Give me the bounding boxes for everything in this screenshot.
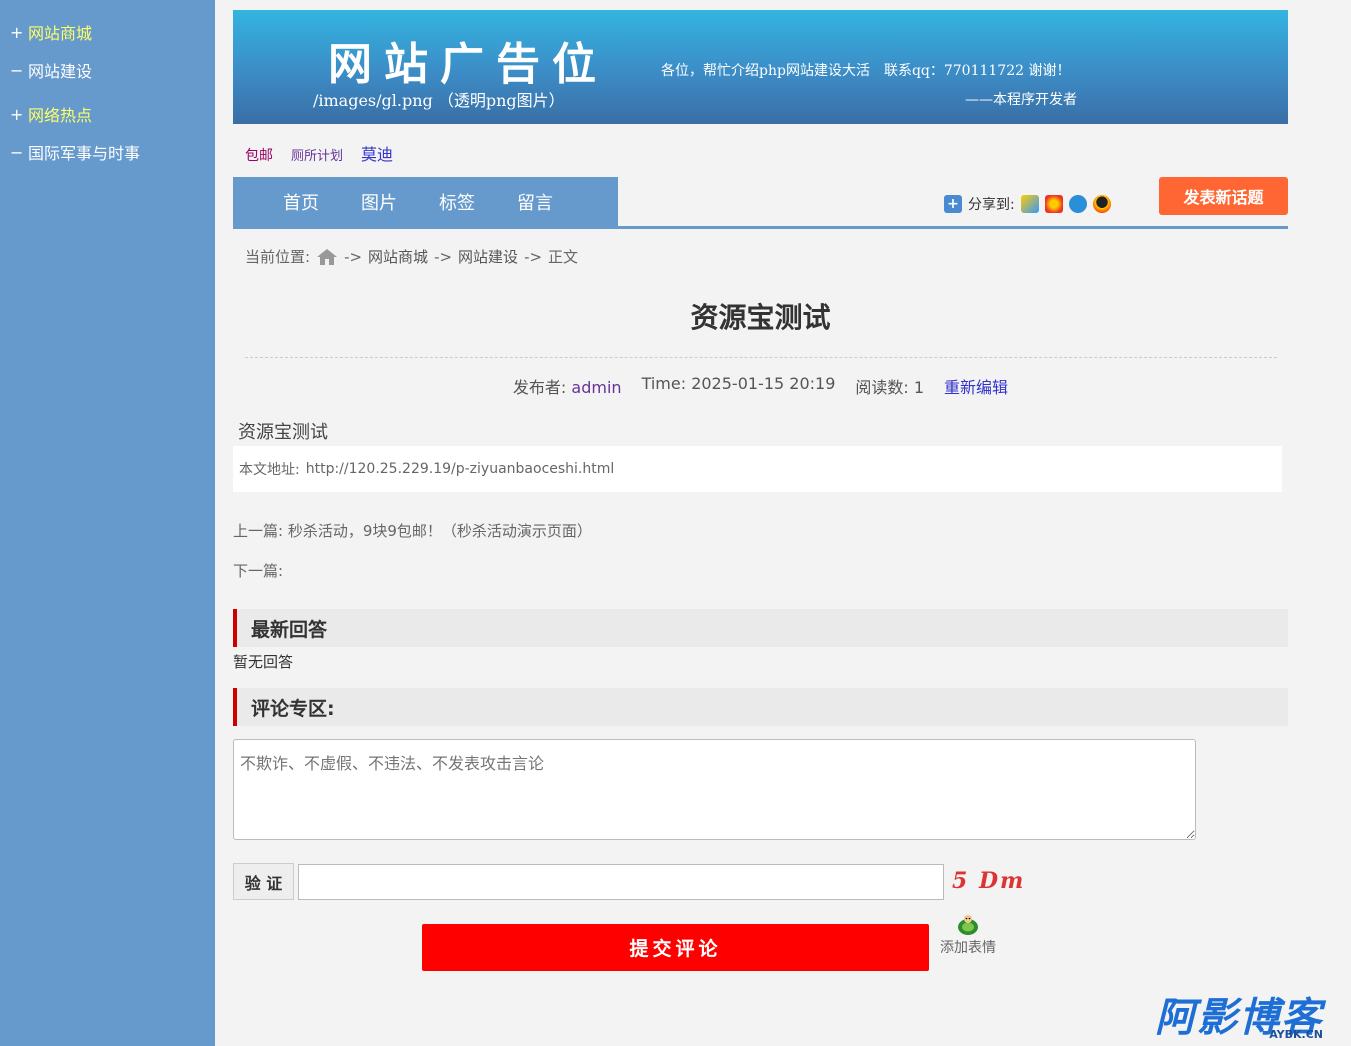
qzone-icon[interactable]	[1020, 195, 1039, 213]
turtle-emoji-icon	[958, 915, 978, 935]
breadcrumb-prefix: 当前位置:	[245, 248, 311, 266]
re-edit-link[interactable]: 重新编辑	[944, 374, 1008, 398]
submit-comment-button[interactable]: 提交评论	[422, 924, 929, 971]
sidebar-item-label: 网络热点	[28, 106, 93, 125]
sidebar-item-site-build[interactable]: − 网站建设	[10, 58, 92, 82]
sidebar-item-hot[interactable]: + 网络热点	[10, 102, 92, 126]
url-label: 本文地址:	[239, 462, 300, 478]
captcha-image[interactable]: 5 Dm	[952, 868, 1025, 894]
share-plus-icon[interactable]: +	[944, 195, 962, 213]
nav-images[interactable]: 图片	[361, 189, 397, 215]
article-url[interactable]: http://120.25.229.19/p-ziyuanbaoceshi.ht…	[306, 461, 615, 477]
collapse-icon: −	[10, 142, 24, 162]
publish-time: Time: 2025-01-15 20:19	[641, 374, 836, 393]
author-name[interactable]: admin	[571, 378, 621, 397]
weibo-icon[interactable]	[1044, 195, 1063, 213]
banner-message: 各位，帮忙介绍php网站建设大活 联系qq：770111722 谢谢！	[661, 63, 1071, 79]
add-emoji-button[interactable]: 添加表情	[940, 913, 996, 957]
nav-tags[interactable]: 标签	[439, 189, 475, 215]
quick-link[interactable]: 包邮	[245, 145, 273, 165]
comments-heading: 评论专区:	[233, 688, 1288, 726]
sidebar-item-label: 国际军事与时事	[28, 144, 141, 163]
quick-link[interactable]: 厕所计划	[291, 145, 343, 164]
breadcrumb-item[interactable]: 网站商城	[368, 246, 428, 267]
article-body: 资源宝测试	[238, 422, 328, 443]
sidebar-item-label: 网站商城	[28, 24, 93, 43]
home-icon[interactable]	[316, 248, 338, 266]
article-meta: 发布者: admin Time: 2025-01-15 20:19 阅读数: 1…	[233, 374, 1288, 398]
breadcrumb-item[interactable]: 网站建设	[458, 246, 518, 267]
captcha-input[interactable]	[298, 864, 944, 900]
author-label: 发布者:	[512, 378, 567, 397]
expand-icon: +	[10, 104, 24, 124]
watermark-logo: 阿影博客 AYBK.CN	[1155, 996, 1323, 1041]
nav-messages[interactable]: 留言	[517, 189, 553, 215]
author-block: 发布者: admin	[513, 374, 622, 398]
sidebar: + 网站商城 − 网站建设 + 网络热点 − 国际军事与时事	[0, 0, 215, 1046]
quick-links: 包邮 厕所计划 莫迪	[245, 141, 393, 165]
sidebar-item-shop[interactable]: + 网站商城	[10, 20, 92, 44]
banner-title: 网站广告位	[328, 39, 608, 90]
banner-signature: ——本程序开发者	[965, 92, 1077, 108]
tencent-weibo-icon[interactable]	[1068, 195, 1087, 213]
sidebar-item-military[interactable]: − 国际军事与时事	[10, 140, 140, 164]
no-answers-text: 暂无回答	[233, 653, 294, 671]
article-url-box: 本文地址: http://120.25.229.19/p-ziyuanbaoce…	[233, 446, 1282, 492]
share-bar: + 分享到:	[944, 194, 1111, 214]
breadcrumb-current: 正文	[548, 248, 579, 266]
page-title: 资源宝测试	[690, 301, 831, 334]
latest-answers-heading: 最新回答	[233, 609, 1288, 647]
comment-textarea[interactable]	[233, 739, 1196, 840]
sidebar-item-label: 网站建设	[28, 62, 93, 81]
share-label: 分享到:	[968, 197, 1015, 213]
breadcrumb-sep: ->	[524, 247, 543, 266]
watermark-sub: AYBK.CN	[1269, 1028, 1323, 1041]
verify-label: 验 证	[233, 863, 294, 900]
emoji-label: 添加表情	[940, 940, 996, 956]
breadcrumb-sep: ->	[434, 247, 453, 266]
banner-path: /images/gl.png （透明png图片）	[313, 91, 565, 110]
read-count: 阅读数: 1	[855, 378, 925, 397]
post-topic-button[interactable]: 发表新话题	[1159, 177, 1288, 215]
next-article-link: 下一篇:	[233, 562, 284, 580]
main-nav: 首页 图片 标签 留言	[233, 177, 618, 227]
breadcrumb-sep: ->	[344, 247, 363, 266]
qq-icon[interactable]	[1092, 195, 1111, 213]
collapse-icon: −	[10, 60, 24, 80]
prev-article-link[interactable]: 上一篇: 秒杀活动，9块9包邮！（秒杀活动演示页面）	[233, 520, 592, 541]
divider	[245, 357, 1277, 358]
nav-divider	[233, 226, 1288, 229]
breadcrumb: 当前位置: -> 网站商城 -> 网站建设 -> 正文	[245, 246, 578, 267]
expand-icon: +	[10, 22, 24, 42]
nav-home[interactable]: 首页	[283, 189, 319, 215]
quick-link[interactable]: 莫迪	[361, 141, 393, 165]
ad-banner[interactable]: 网站广告位 /images/gl.png （透明png图片） 各位，帮忙介绍ph…	[233, 10, 1288, 124]
